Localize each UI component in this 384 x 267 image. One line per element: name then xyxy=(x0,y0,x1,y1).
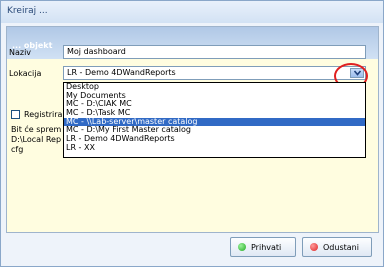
location-dropdown-list[interactable]: Desktop My Documents MC - D:\CIAK MC MC … xyxy=(63,82,366,158)
info-line-1: Bit će sprem xyxy=(11,125,62,134)
dropdown-option[interactable]: LR - Demo 4DWandReports xyxy=(64,134,365,144)
green-dot-icon xyxy=(238,243,246,251)
register-checkbox-label: Registrira xyxy=(24,110,63,119)
accept-button-label: Prihvati xyxy=(251,243,282,252)
name-label: Naziv xyxy=(9,48,32,57)
dropdown-option[interactable]: LR - XX xyxy=(64,143,365,153)
location-selected-value: LR - Demo 4DWandReports xyxy=(67,68,176,77)
cancel-button[interactable]: Odustani xyxy=(302,237,372,257)
window-title: Kreiraj ... xyxy=(7,6,48,16)
cancel-button-label: Odustani xyxy=(323,243,359,252)
title-bar[interactable]: Kreiraj ... xyxy=(1,1,383,23)
info-line-3: cfg xyxy=(11,145,24,154)
dialog-window: Kreiraj ... ... objekt Naziv Moj dashboa… xyxy=(0,0,384,267)
name-input-value: Moj dashboard xyxy=(67,47,126,56)
accept-button[interactable]: Prihvati xyxy=(230,237,296,257)
register-checkbox[interactable] xyxy=(11,110,20,119)
info-line-2: D:\Local Rep xyxy=(11,135,62,144)
red-dot-icon xyxy=(310,243,318,251)
name-input[interactable]: Moj dashboard xyxy=(63,45,366,59)
location-combobox[interactable]: LR - Demo 4DWandReports xyxy=(63,66,366,80)
location-label: Lokacija xyxy=(9,69,42,78)
